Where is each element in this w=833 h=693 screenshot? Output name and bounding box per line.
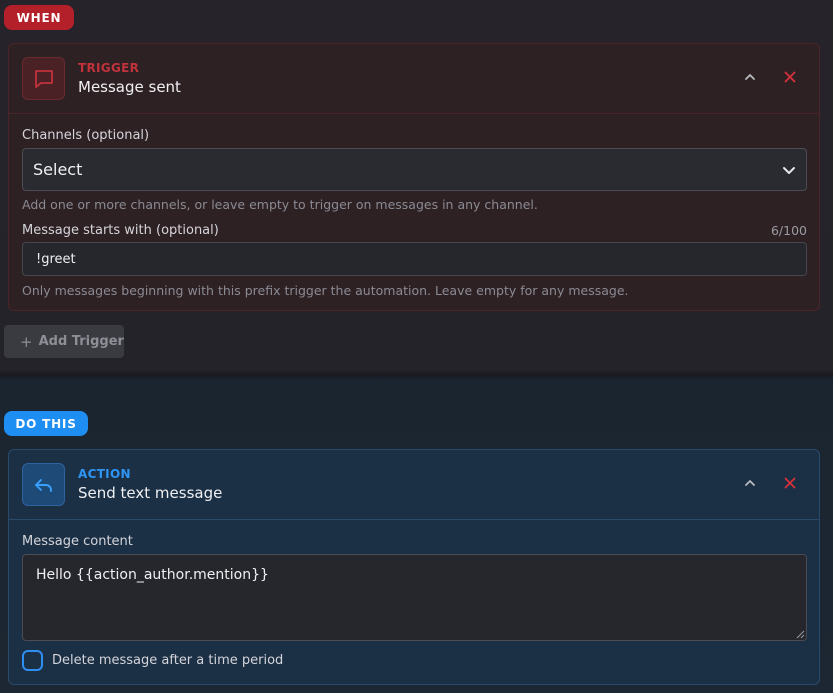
delete-after-checkbox[interactable] (22, 650, 43, 671)
trigger-icon-box (22, 57, 65, 100)
prefix-help: Only messages beginning with this prefix… (22, 283, 629, 298)
plus-icon: + (20, 332, 33, 351)
trigger-card-header[interactable]: TRIGGER Message sent (9, 44, 819, 114)
collapse-trigger-button[interactable] (739, 66, 761, 88)
trigger-card: TRIGGER Message sent Channels (optional)… (8, 43, 820, 311)
collapse-action-button[interactable] (739, 472, 761, 494)
add-trigger-label: Add Trigger (38, 334, 124, 349)
trigger-kicker: TRIGGER (78, 61, 140, 75)
chevron-down-icon (783, 167, 795, 174)
channels-select-value: Select (33, 160, 83, 179)
channels-label: Channels (optional) (22, 128, 150, 143)
channels-select[interactable]: Select (22, 148, 807, 191)
delete-after-label[interactable]: Delete message after a time period (52, 653, 283, 668)
prefix-label: Message starts with (optional) (22, 223, 219, 238)
resize-grip-icon[interactable] (795, 629, 805, 639)
trigger-title: Message sent (78, 78, 181, 96)
section-divider (0, 370, 833, 380)
action-card: ACTION Send text message Message content… (8, 449, 820, 685)
action-title: Send text message (78, 484, 223, 502)
action-kicker: ACTION (78, 467, 131, 481)
chevron-up-icon (745, 74, 755, 80)
chevron-up-icon (745, 480, 755, 486)
message-content-textarea[interactable]: Hello {{action_author.mention}} (22, 554, 807, 641)
remove-trigger-button[interactable] (779, 66, 801, 88)
close-icon (784, 71, 796, 83)
action-card-header[interactable]: ACTION Send text message (9, 450, 819, 520)
prefix-counter: 6/100 (770, 223, 807, 238)
message-icon (34, 69, 53, 88)
remove-action-button[interactable] (779, 472, 801, 494)
reply-icon (34, 478, 52, 492)
do-this-badge: DO THIS (4, 411, 88, 436)
close-icon (784, 477, 796, 489)
message-content-label: Message content (22, 534, 133, 549)
channels-help: Add one or more channels, or leave empty… (22, 197, 538, 212)
action-icon-box (22, 463, 65, 506)
prefix-input[interactable] (22, 242, 807, 276)
add-trigger-button[interactable]: + Add Trigger (4, 325, 124, 358)
when-badge: WHEN (4, 5, 74, 30)
